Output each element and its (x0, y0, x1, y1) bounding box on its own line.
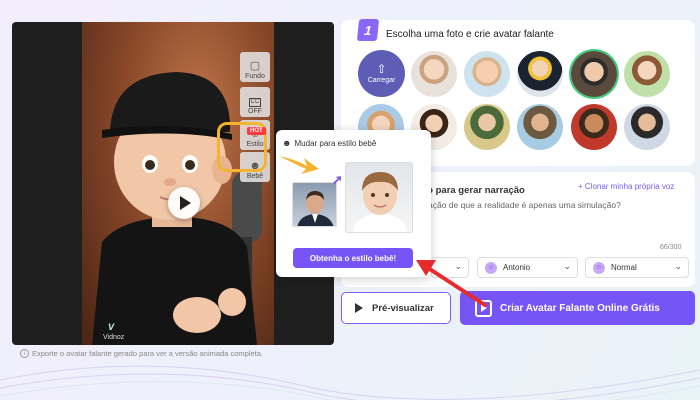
get-baby-style-button[interactable]: Obtenha o estilo bebê! (293, 248, 413, 268)
tool-background-label: Fundo (245, 73, 265, 80)
watermark-label: Vidnoz (103, 334, 125, 341)
step-number-badge: 1 (356, 19, 380, 41)
avatar-option[interactable] (517, 51, 563, 97)
avatar-option[interactable] (464, 104, 510, 150)
emotion-icon: ☺ (593, 261, 605, 274)
export-footnote: i Exporte o avatar falante gerado para v… (20, 349, 263, 358)
chevron-down-icon: ⌄ (563, 261, 571, 271)
avatar-option-selected[interactable] (571, 51, 617, 97)
tool-captions-label: OFF (248, 108, 262, 115)
narration-text-input[interactable]: ação de que a realidade é apenas uma sim… (428, 200, 621, 210)
emotion-select[interactable]: ☺ Normal ⌄ (585, 257, 689, 278)
vidnoz-logo-icon: V (108, 322, 115, 332)
yellow-pointer-arrow-icon (279, 156, 319, 174)
create-avatar-button[interactable]: Criar Avatar Falante Online Grátis (460, 291, 695, 325)
upload-label: Carregar (367, 77, 396, 84)
tool-baby-label: Bebê (246, 173, 264, 180)
character-count: 66/300 (660, 244, 682, 251)
cc-icon: CC (248, 98, 262, 107)
info-icon: i (20, 349, 29, 358)
baby-icon: ☻ (282, 138, 292, 148)
voice-select[interactable]: ☺ Antonio ⌄ (477, 257, 578, 278)
voice-value: Antonio (503, 263, 531, 272)
chevron-down-icon: ⌄ (674, 261, 682, 271)
upload-icon: ⇧ (376, 62, 387, 76)
narration-title: to para gerar narração (424, 185, 525, 196)
avatar-option[interactable] (624, 51, 670, 97)
avatar-option[interactable] (517, 104, 563, 150)
hot-badge: HOT (247, 127, 266, 135)
before-thumbnail (292, 182, 337, 227)
popup-title: ☻ Mudar para estilo bebê (282, 138, 376, 148)
play-icon (355, 303, 363, 313)
avatar-option[interactable] (411, 51, 457, 97)
upload-photo-button[interactable]: ⇧ Carregar (358, 50, 405, 97)
transform-arrow-icon: ➚ (332, 172, 343, 187)
avatar-option[interactable] (464, 51, 510, 97)
step1-title: Escolha uma foto e crie avatar falante (386, 29, 554, 40)
clone-voice-link[interactable]: + Clonar minha própria voz (578, 182, 674, 191)
tool-background-button[interactable]: ▢ Fundo (240, 52, 270, 82)
popup-title-text: Mudar para estilo bebê (294, 138, 377, 148)
red-pointer-arrow-icon (416, 260, 487, 307)
footnote-text: Exporte o avatar falante gerado para ver… (32, 349, 263, 358)
background-icon: ▢ (249, 60, 261, 72)
avatar-option[interactable] (624, 104, 670, 150)
play-button[interactable] (168, 187, 200, 219)
tool-captions-button[interactable]: CC OFF (240, 87, 270, 117)
avatar-option[interactable] (571, 104, 617, 150)
emotion-value: Normal (611, 263, 637, 272)
create-button-label: Criar Avatar Falante Online Grátis (500, 302, 660, 314)
after-thumbnail (345, 162, 413, 233)
